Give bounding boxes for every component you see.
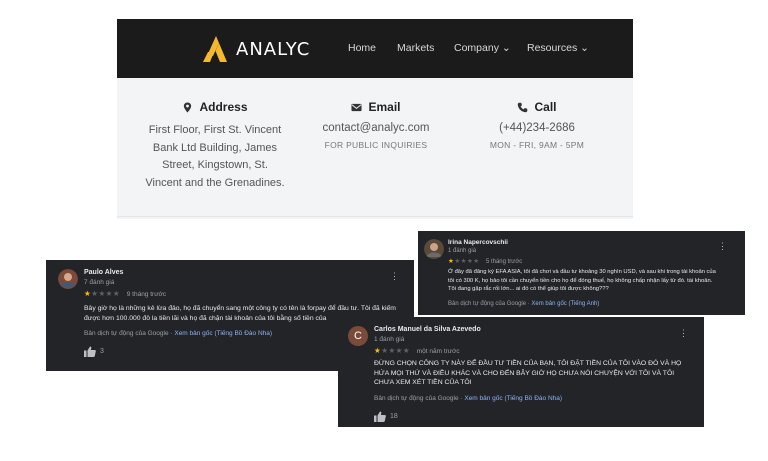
nav-company-label: Company [454, 42, 499, 54]
nav-company[interactable]: Company ⌄ [454, 42, 511, 54]
reviewer-name[interactable]: Paulo Alves [84, 269, 123, 276]
call-heading: Call [451, 100, 623, 114]
avatar[interactable] [58, 269, 78, 289]
translation-note: Bản dịch tự động của Google · Xem bản gố… [374, 395, 563, 402]
review-time: một năm trước [416, 348, 460, 355]
review-line: Bây giờ họ là những kẻ lừa đảo, họ đã ch… [84, 305, 396, 312]
address-line: Vincent and the Grenadines. [145, 176, 285, 189]
navbar: ANALYC Home Markets Company ⌄ Resources … [117, 19, 633, 78]
review-time: 9 tháng trước [126, 291, 167, 298]
thumbs-up-icon [374, 411, 386, 422]
review-line: CHƯA XEM XÉT TIỀN CỦA TÔI [374, 379, 472, 387]
star-empty-icon: ★★★★ [91, 289, 121, 298]
call-hours: MON - FRI, 9AM - 5PM [489, 140, 585, 150]
logo[interactable]: ANALYC [203, 36, 310, 62]
more-options-icon[interactable]: ⋮ [679, 328, 688, 339]
like-button[interactable]: 3 [84, 346, 104, 357]
star-rating: ★★★★★ một năm trước [374, 346, 460, 355]
contact-section: Address First Floor, First St. Vincent B… [117, 78, 633, 219]
map-pin-icon [184, 101, 192, 113]
address-line: First Floor, First St. Vincent [148, 124, 282, 136]
call-column: Call (+44)234-2686 MON - FRI, 9AM - 5PM [451, 100, 623, 150]
review-card: Irina Napercovschii 1 đánh giá ⋮ ★★★★★ 5… [418, 231, 745, 315]
address-title: Address [199, 100, 248, 114]
review-line: Tôi đang gặp rắc rối lớn... ai đó có thể… [448, 286, 609, 292]
review-line: HỨA MỌI THỨ VÀ ĐIỀU KHÁC VÀ CHO ĐẾN BÂY … [374, 369, 675, 377]
phone-icon [518, 102, 528, 112]
address-text: First Floor, First St. Vincent Bank Ltd … [129, 122, 301, 192]
chevron-down-icon: ⌄ [501, 42, 511, 54]
address-line: Bank Ltd Building, James [152, 141, 278, 154]
more-options-icon[interactable]: ⋮ [390, 271, 399, 282]
chevron-down-icon: ⌄ [580, 42, 589, 54]
translation-note: Bản dịch tự động của Google · Xem bản gố… [84, 330, 273, 337]
star-empty-icon: ★★★★ [454, 258, 480, 265]
email-column: Email contact@analyc.com FOR PUBLIC INQU… [290, 100, 462, 150]
review-line: tôi có 300 K, họ bảo tôi cần chuyển tiền… [448, 277, 713, 284]
reviewer-name[interactable]: Irina Napercovschii [448, 239, 508, 246]
review-card: C Carlos Manuel da Silva Azevedo 1 đánh … [338, 317, 704, 427]
envelope-icon [351, 103, 363, 111]
translation-label: Bản dịch tự động của Google [84, 330, 169, 337]
avatar[interactable]: C [348, 326, 368, 346]
address-heading: Address [129, 100, 301, 114]
website-screenshot: ANALYC Home Markets Company ⌄ Resources … [117, 19, 633, 219]
review-text: Ở đây đã đăng ký EFA ASIA, tôi đã chơi v… [448, 268, 740, 294]
like-count: 18 [390, 413, 398, 420]
nav-home[interactable]: Home [348, 42, 376, 54]
translation-label: Bản dịch tự động của Google [448, 301, 527, 307]
brand-name: ANALYC [236, 38, 311, 60]
like-count: 3 [100, 348, 104, 355]
review-time: 5 tháng trước [485, 259, 523, 265]
phone-number[interactable]: (+44)234-2686 [451, 122, 623, 134]
review-line: ĐỪNG CHỌN CÔNG TY NÀY ĐỂ ĐẦU TƯ TIỀN CỦA… [374, 360, 682, 367]
more-options-icon[interactable]: ⋮ [718, 241, 727, 252]
review-count: 7 đánh giá [84, 279, 115, 286]
thumbs-up-icon [84, 346, 96, 357]
email-title: Email [368, 100, 401, 114]
review-line: Ở đây đã đăng ký EFA ASIA, tôi đã chơi v… [448, 269, 716, 275]
view-original-link[interactable]: Xem bản gốc (Tiếng Anh) [531, 301, 599, 307]
avatar-initial: C [354, 330, 362, 342]
avatar[interactable] [424, 239, 444, 259]
review-text: ĐỪNG CHỌN CÔNG TY NÀY ĐỂ ĐẦU TƯ TIỀN CỦA… [374, 359, 700, 388]
nav-resources[interactable]: Resources ⌄ [527, 42, 589, 54]
star-rating: ★★★★★ 9 tháng trước [84, 289, 166, 298]
review-count: 1 đánh giá [374, 336, 405, 343]
call-title: Call [534, 100, 557, 114]
address-line: Street, Kingstown, St. [162, 159, 268, 171]
star-empty-icon: ★★★★ [381, 346, 411, 355]
email-note: FOR PUBLIC INQUIRIES [324, 140, 428, 150]
address-column: Address First Floor, First St. Vincent B… [129, 100, 301, 192]
reviewer-name[interactable]: Carlos Manuel da Silva Azevedo [374, 326, 481, 333]
review-count: 1 đánh giá [448, 248, 477, 254]
email-heading: Email [290, 100, 462, 114]
translation-label: Bản dịch tự động của Google [374, 395, 459, 402]
translation-note: Bản dịch tự động của Google · Xem bản gố… [448, 301, 600, 307]
section-divider [117, 216, 633, 217]
nav-markets[interactable]: Markets [397, 42, 434, 54]
view-original-link[interactable]: Xem bản gốc (Tiếng Bồ Đào Nha) [464, 395, 562, 402]
logo-mark-icon [203, 36, 227, 62]
nav-resources-label: Resources [527, 42, 578, 54]
email-address[interactable]: contact@analyc.com [290, 122, 462, 134]
star-rating: ★★★★★ 5 tháng trước [448, 257, 522, 265]
like-button[interactable]: 18 [374, 411, 398, 422]
view-original-link[interactable]: Xem bản gốc (Tiếng Bồ Đào Nha) [174, 330, 272, 337]
